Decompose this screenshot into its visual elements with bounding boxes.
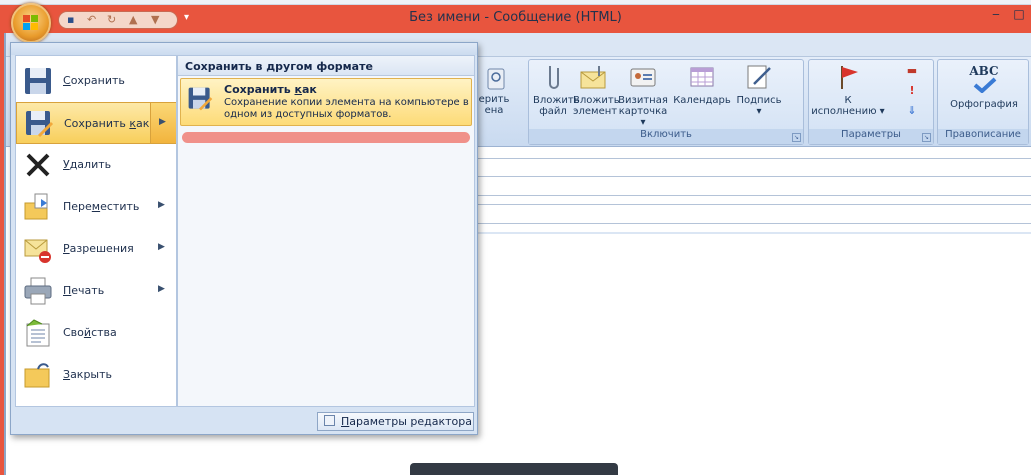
minimize-button[interactable]: ‒ (985, 7, 1007, 25)
to-field[interactable] (476, 176, 1031, 196)
chevron-right-icon: ▶ (159, 117, 166, 127)
menu-item-save-as[interactable]: Сохранить как ▶ (16, 102, 176, 144)
group-label-include: Включить (529, 129, 803, 144)
ribbon-group-options: К исполнению ▾ ▬ ! ⇓ Параметры ↘ (808, 59, 934, 145)
ribbon-group-include: Вложить файл Вложить элемент Визитная ка… (528, 59, 804, 145)
group-label-proofing: Правописание (938, 129, 1028, 144)
business-card-button[interactable]: Визитная карточка ▾ (617, 62, 669, 128)
application-menu: Сохранить Сохранить как ▶ Удалить Переме… (10, 42, 478, 435)
menu-item-print[interactable]: Печать ▶ (16, 270, 176, 312)
ribbon-group-proofing: ABC Орфография Правописание (937, 59, 1029, 145)
menu-item-properties[interactable]: Свойства (16, 312, 176, 354)
office-logo-icon (23, 15, 39, 31)
business-card-icon (630, 68, 656, 87)
envelope-clip-icon (580, 66, 606, 89)
follow-up-button[interactable]: К исполнению ▾ (811, 62, 885, 117)
office-button[interactable] (11, 3, 51, 43)
attach-item-button[interactable]: Вложить элемент (573, 62, 620, 117)
window-title: Без имени - Сообщение (HTML) (409, 10, 622, 25)
calendar-icon (690, 67, 714, 87)
attach-file-button[interactable]: Вложить файл (533, 62, 580, 117)
menu-item-permissions[interactable]: Разрешения ▶ (16, 228, 176, 270)
save-as-submenu: Сохранить в другом формате Сохранить как… (177, 55, 475, 407)
save-as-icon (188, 87, 213, 111)
permission-envelope-icon (24, 239, 51, 263)
editor-options-button[interactable]: Параметры редактора (317, 412, 474, 431)
properties-icon (26, 319, 50, 347)
title-bar: ▪ ↶ ↻ ▲ ▼ ▾ Без имени - Сообщение (HTML)… (0, 5, 1031, 33)
categorize-icon[interactable]: ▬ (905, 64, 919, 78)
high-importance-icon[interactable]: ! (905, 84, 919, 98)
cc-field[interactable] (476, 204, 1031, 224)
submenu-header: Сохранить в другом формате (178, 56, 474, 76)
body-separator (476, 232, 1031, 234)
spelling-button[interactable]: ABC Орфография (942, 62, 1026, 110)
submenu-item-description: Сохранение копии элемента на компьютере … (224, 97, 469, 120)
close-folder-icon (24, 363, 50, 388)
submenu-item-save-as[interactable]: Сохранить как Сохранение копии элемента … (180, 78, 472, 126)
chevron-right-icon: ▶ (158, 284, 165, 294)
delete-icon (26, 153, 50, 177)
flag-icon (841, 66, 858, 89)
menu-commands: Сохранить Сохранить как ▶ Удалить Переме… (15, 55, 177, 407)
menu-top-bar (11, 43, 477, 55)
signature-button[interactable]: Подпись ▾ (735, 62, 783, 117)
dialog-launcher-icon[interactable]: ↘ (922, 133, 931, 142)
check-names-button[interactable]: ерить ена (474, 67, 514, 116)
dialog-launcher-icon[interactable]: ↘ (792, 133, 801, 142)
chevron-right-icon: ▶ (158, 242, 165, 252)
menu-item-move[interactable]: Переместить ▶ (16, 186, 176, 228)
field-separator (476, 158, 1031, 159)
save-icon (25, 68, 51, 94)
menu-item-save[interactable]: Сохранить (16, 60, 176, 102)
menu-item-delete[interactable]: Удалить (16, 144, 176, 186)
taskbar-preview (410, 463, 618, 475)
calendar-button[interactable]: Календарь (671, 62, 733, 106)
low-importance-icon[interactable]: ⇓ (905, 104, 919, 118)
group-label-options: Параметры (809, 129, 933, 144)
restore-button[interactable]: □ (1008, 7, 1030, 25)
paperclip-icon (549, 66, 559, 89)
move-folder-icon (24, 193, 48, 220)
address-book-icon (487, 68, 505, 90)
signature-icon (747, 65, 771, 89)
menu-item-close[interactable]: Закрыть (16, 354, 176, 396)
save-as-icon (26, 111, 54, 138)
editor-options-icon (324, 415, 335, 426)
checkmark-icon (973, 77, 997, 93)
chevron-right-icon: ▶ (158, 200, 165, 210)
submenu-hover-bar (182, 132, 470, 143)
printer-icon (24, 277, 52, 305)
